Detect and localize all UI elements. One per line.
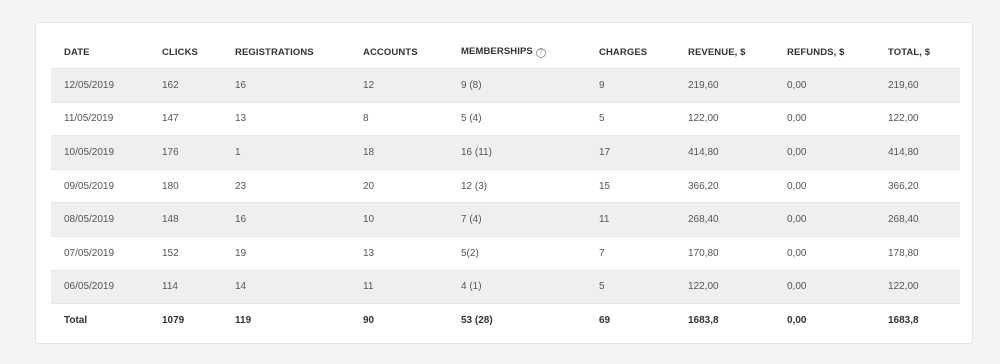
cell-accounts: 12 — [350, 68, 448, 103]
header-charges[interactable]: CHARGES — [586, 36, 675, 69]
cell-registrations: 16 — [222, 202, 350, 237]
cell-memberships: 5(2) — [448, 235, 586, 271]
cell-charges: 5 — [586, 269, 675, 304]
cell-refunds: 0,00 — [774, 269, 875, 304]
cell-date: 11/05/2019 — [51, 101, 149, 136]
totals-revenue: 1683,8 — [675, 303, 774, 337]
totals-memberships: 53 (28) — [448, 303, 586, 337]
cell-clicks: 176 — [149, 135, 222, 170]
cell-revenue: 366,20 — [675, 168, 774, 203]
cell-refunds: 0,00 — [774, 235, 875, 271]
cell-memberships: 7 (4) — [448, 202, 586, 237]
cell-date: 07/05/2019 — [51, 235, 149, 271]
cell-total: 268,40 — [875, 202, 960, 237]
header-memberships-label: MEMBERSHIPS — [461, 46, 533, 57]
totals-refunds: 0,00 — [774, 303, 875, 337]
cell-accounts: 20 — [350, 168, 448, 203]
cell-memberships: 16 (11) — [448, 135, 586, 170]
cell-revenue: 268,40 — [675, 202, 774, 237]
cell-date: 09/05/2019 — [51, 168, 149, 203]
cell-memberships: 9 (8) — [448, 68, 586, 103]
table-row: 07/05/2019 152 19 13 5(2) 7 170,80 0,00 … — [51, 235, 960, 271]
table-row: 09/05/2019 180 23 20 12 (3) 15 366,20 0,… — [51, 168, 960, 203]
table-header: DATE CLICKS REGISTRATIONS ACCOUNTS MEMBE… — [51, 36, 960, 69]
cell-date: 10/05/2019 — [51, 135, 149, 170]
cell-accounts: 8 — [350, 101, 448, 136]
cell-date: 08/05/2019 — [51, 202, 149, 237]
cell-charges: 15 — [586, 168, 675, 203]
totals-charges: 69 — [586, 303, 675, 337]
cell-memberships: 4 (1) — [448, 269, 586, 304]
cell-revenue: 170,80 — [675, 235, 774, 271]
cell-registrations: 1 — [222, 135, 350, 170]
cell-clicks: 148 — [149, 202, 222, 237]
cell-registrations: 16 — [222, 68, 350, 103]
header-registrations[interactable]: REGISTRATIONS — [222, 36, 350, 69]
cell-accounts: 13 — [350, 235, 448, 271]
cell-charges: 5 — [586, 101, 675, 136]
cell-refunds: 0,00 — [774, 168, 875, 203]
header-total[interactable]: TOTAL, $ — [875, 36, 960, 69]
cell-total: 366,20 — [875, 168, 960, 203]
cell-revenue: 122,00 — [675, 101, 774, 136]
cell-registrations: 19 — [222, 235, 350, 271]
cell-revenue: 414,80 — [675, 135, 774, 170]
table-footer: Total 1079 119 90 53 (28) 69 1683,8 0,00… — [51, 303, 960, 337]
cell-total: 414,80 — [875, 135, 960, 170]
cell-accounts: 18 — [350, 135, 448, 170]
cell-accounts: 10 — [350, 202, 448, 237]
cell-registrations: 14 — [222, 269, 350, 304]
cell-clicks: 162 — [149, 68, 222, 103]
cell-accounts: 11 — [350, 269, 448, 304]
totals-registrations: 119 — [222, 303, 350, 337]
totals-accounts: 90 — [350, 303, 448, 337]
table-row: 10/05/2019 176 1 18 16 (11) 17 414,80 0,… — [51, 135, 960, 170]
cell-registrations: 13 — [222, 101, 350, 136]
header-clicks[interactable]: CLICKS — [149, 36, 222, 69]
totals-total: 1683,8 — [875, 303, 960, 337]
cell-refunds: 0,00 — [774, 101, 875, 136]
header-row: DATE CLICKS REGISTRATIONS ACCOUNTS MEMBE… — [51, 36, 960, 69]
cell-date: 12/05/2019 — [51, 68, 149, 103]
header-refunds[interactable]: REFUNDS, $ — [774, 36, 875, 69]
totals-clicks: 1079 — [149, 303, 222, 337]
cell-registrations: 23 — [222, 168, 350, 203]
table-body: 12/05/2019 162 16 12 9 (8) 9 219,60 0,00… — [51, 68, 960, 304]
totals-row: Total 1079 119 90 53 (28) 69 1683,8 0,00… — [51, 303, 960, 337]
totals-label: Total — [51, 303, 149, 337]
cell-date: 06/05/2019 — [51, 269, 149, 304]
cell-clicks: 152 — [149, 235, 222, 271]
header-memberships[interactable]: MEMBERSHIPS? — [448, 36, 586, 69]
cell-revenue: 219,60 — [675, 68, 774, 103]
cell-total: 219,60 — [875, 68, 960, 103]
cell-refunds: 0,00 — [774, 135, 875, 170]
table-row: 08/05/2019 148 16 10 7 (4) 11 268,40 0,0… — [51, 202, 960, 237]
cell-charges: 11 — [586, 202, 675, 237]
cell-charges: 17 — [586, 135, 675, 170]
stats-table: DATE CLICKS REGISTRATIONS ACCOUNTS MEMBE… — [51, 36, 960, 337]
cell-charges: 9 — [586, 68, 675, 103]
cell-refunds: 0,00 — [774, 202, 875, 237]
cell-charges: 7 — [586, 235, 675, 271]
cell-clicks: 147 — [149, 101, 222, 136]
header-date[interactable]: DATE — [51, 36, 149, 69]
header-accounts[interactable]: ACCOUNTS — [350, 36, 448, 69]
cell-memberships: 12 (3) — [448, 168, 586, 203]
cell-memberships: 5 (4) — [448, 101, 586, 136]
cell-clicks: 180 — [149, 168, 222, 203]
help-icon[interactable]: ? — [535, 48, 546, 58]
cell-total: 178,80 — [875, 235, 960, 271]
table-row: 11/05/2019 147 13 8 5 (4) 5 122,00 0,00 … — [51, 101, 960, 136]
cell-refunds: 0,00 — [774, 68, 875, 103]
cell-revenue: 122,00 — [675, 269, 774, 304]
cell-clicks: 114 — [149, 269, 222, 304]
table-row: 06/05/2019 114 14 11 4 (1) 5 122,00 0,00… — [51, 269, 960, 304]
table-row: 12/05/2019 162 16 12 9 (8) 9 219,60 0,00… — [51, 68, 960, 103]
cell-total: 122,00 — [875, 101, 960, 136]
cell-total: 122,00 — [875, 269, 960, 304]
header-revenue[interactable]: REVENUE, $ — [675, 36, 774, 69]
stats-card: DATE CLICKS REGISTRATIONS ACCOUNTS MEMBE… — [35, 22, 973, 344]
